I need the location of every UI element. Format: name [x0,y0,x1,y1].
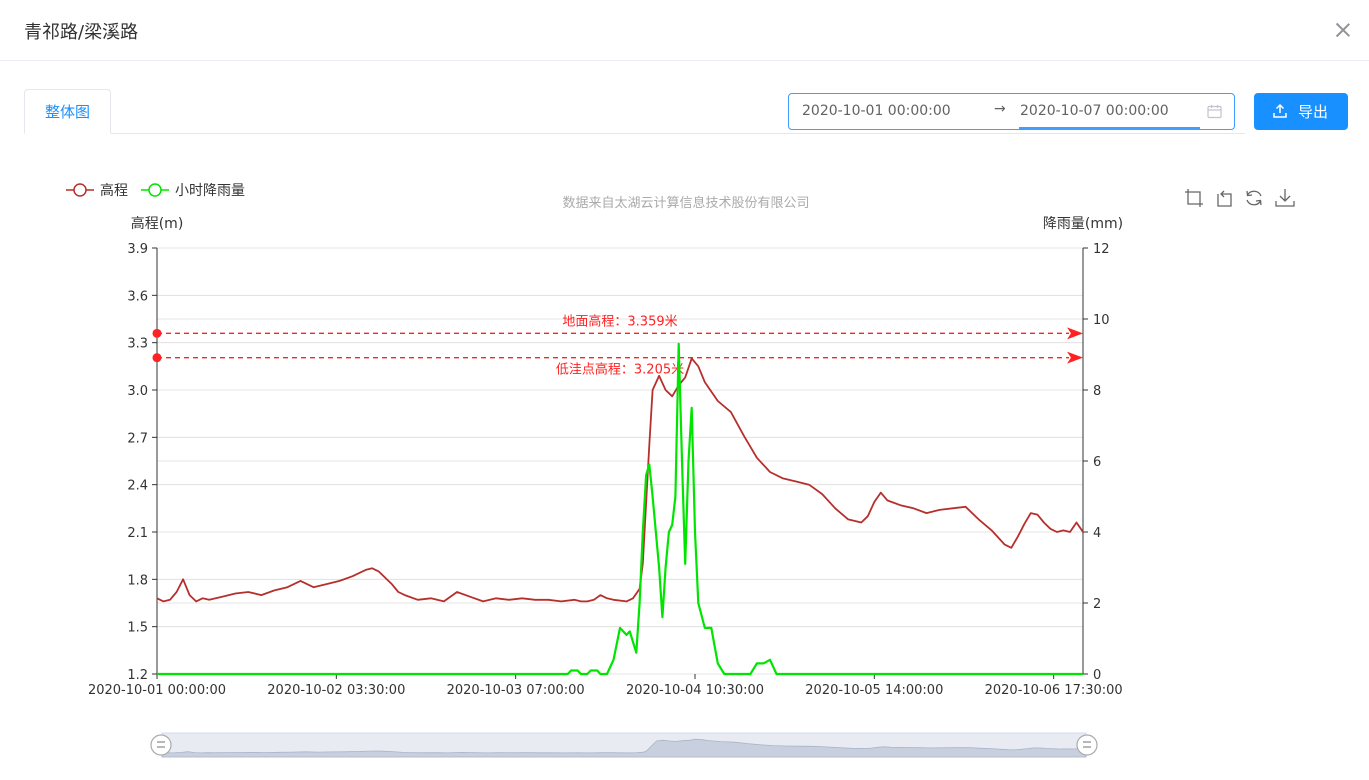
y-right-axis-label: 降雨量(mm) [1043,216,1123,232]
x-tick-label: 2020-10-04 10:30:00 [626,683,764,698]
y-left-tick-label: 2.1 [127,526,148,541]
mark-line-arrow [1067,327,1083,340]
range-separator: → [994,101,1006,117]
x-tick-label: 2020-10-01 00:00:00 [88,683,226,698]
elevation-rain-chart: 高程 小时降雨量 数据来自太湖云计算信息技术股份有限公司 高程(m) 降雨量(m… [66,182,1123,758]
y-left-tick-label: 2.4 [127,479,148,494]
y-left-tick-label: 1.5 [127,621,148,636]
y-right-tick-label: 12 [1093,242,1110,257]
date-range-picker[interactable]: 2020-10-01 00:00:00 → 2020-10-07 00:00:0… [788,93,1235,130]
export-button-label: 导出 [1298,103,1329,121]
dialog-title: 青祁路/梁溪路 [24,22,139,43]
range-start-input[interactable]: 2020-10-01 00:00:00 [802,103,951,119]
y-left-tick-label: 3.9 [127,242,148,257]
legend-item-rain[interactable]: 小时降雨量 [141,183,245,199]
series-line-elevation[interactable] [156,357,1084,603]
y-left-tick-label: 2.7 [127,431,148,446]
y-left-ticks: 1.2 1.5 1.8 2.1 2.4 2.7 3.0 3.3 3.6 3.9 [127,242,157,683]
mark-lines: 地面高程：3.359米低洼点高程：3.205米 [152,313,1083,378]
upload-icon [1273,104,1287,118]
tab-overview[interactable]: 整体图 [24,89,111,134]
chart-subtitle: 数据来自太湖云计算信息技术股份有限公司 [562,195,809,211]
range-active-underline [1019,127,1200,129]
close-icon[interactable] [1333,20,1353,40]
legend-marker-elevation [73,183,87,197]
data-zoom-handle-right[interactable] [1076,734,1098,756]
y-left-tick-label: 3.3 [127,337,148,352]
x-tick-label: 2020-10-06 17:30:00 [985,683,1123,698]
y-right-tick-label: 0 [1093,668,1101,683]
grid-lines [156,247,1084,675]
data-zoom-slider[interactable] [150,732,1098,758]
x-tick-label: 2020-10-05 14:00:00 [805,683,943,698]
legend-label-elevation: 高程 [100,182,128,199]
x-ticks: 2020-10-01 00:00:00 2020-10-02 03:30:00 20… [88,674,1123,698]
data-zoom-handle-left[interactable] [150,734,172,756]
y-right-tick-label: 10 [1093,313,1110,328]
export-button[interactable]: 导出 [1254,93,1348,130]
x-tick-label: 2020-10-03 07:00:00 [447,683,585,698]
y-left-tick-label: 1.2 [127,668,148,683]
y-right-tick-label: 4 [1093,526,1101,541]
y-left-axis-label: 高程(m) [131,215,184,232]
y-left-tick-label: 3.6 [127,289,148,304]
y-right-ticks: 0 2 4 6 8 10 12 [1083,242,1110,683]
legend-item-elevation[interactable]: 高程 [66,182,128,199]
y-right-tick-label: 6 [1093,455,1101,470]
legend-marker-rain [148,183,162,197]
range-end-input[interactable]: 2020-10-07 00:00:00 [1020,103,1169,119]
calendar-icon[interactable] [1207,104,1222,119]
mark-line-label: 地面高程：3.359米 [562,313,677,329]
y-right-tick-label: 8 [1093,384,1101,399]
mark-line-arrow [1067,351,1083,364]
y-left-tick-label: 3.0 [127,384,148,399]
legend[interactable]: 高程 小时降雨量 [66,182,245,199]
mark-line-label: 低洼点高程：3.205米 [556,362,684,378]
x-tick-label: 2020-10-02 03:30:00 [267,683,405,698]
series-layer [156,342,1084,676]
y-right-tick-label: 2 [1093,597,1101,612]
dialog-header: 青祁路/梁溪路 [0,0,1369,61]
y-left-tick-label: 1.8 [127,573,148,588]
legend-label-rain: 小时降雨量 [175,183,245,199]
